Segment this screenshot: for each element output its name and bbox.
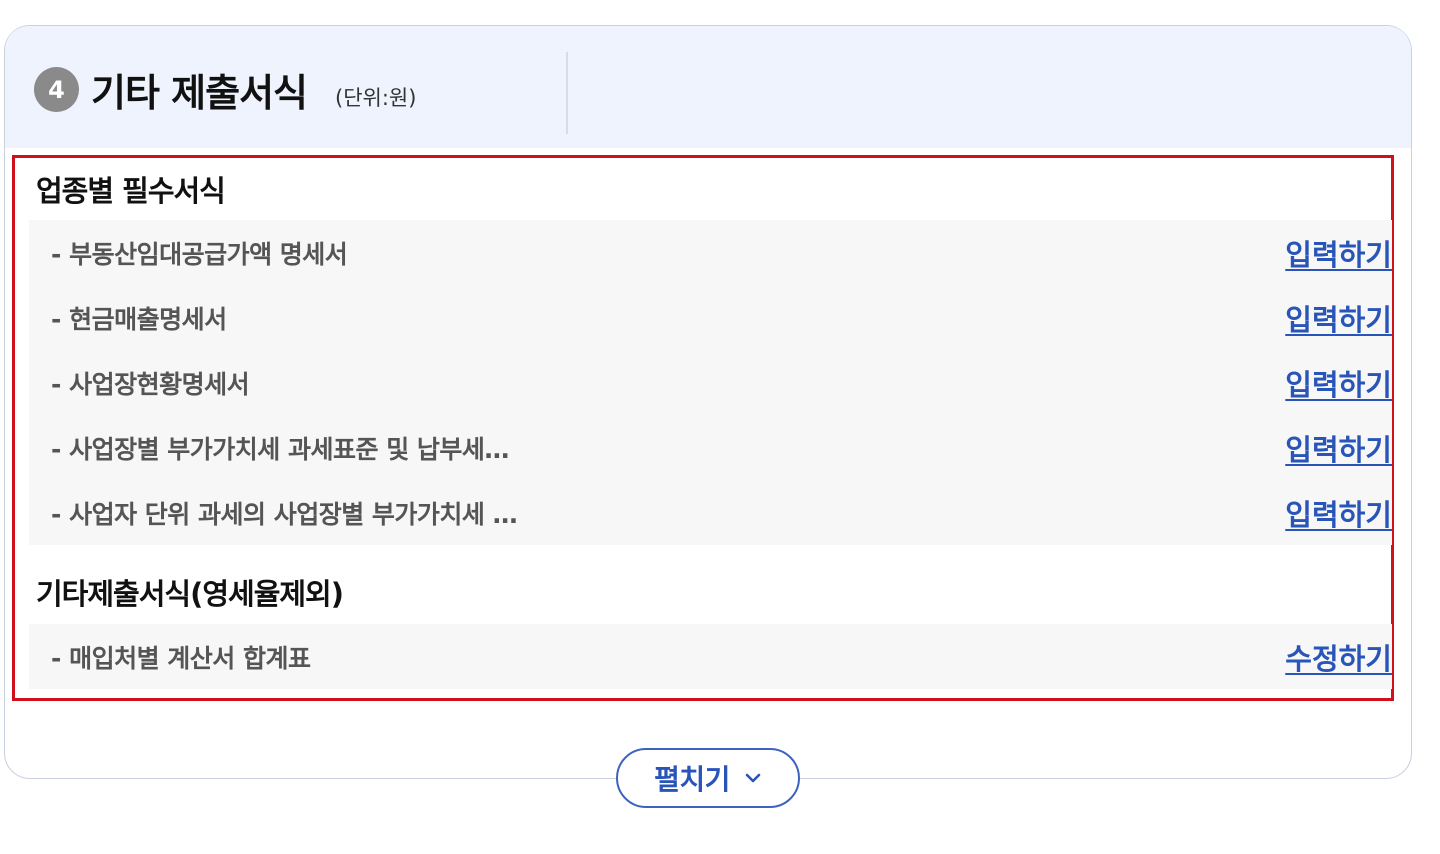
chevron-down-icon [745,773,761,783]
group-title-other: 기타제출서식(영세율제외) [36,577,344,611]
list-item: - 매입처별 계산서 합계표 수정하기 [29,624,1392,689]
form-label: - 현금매출명세서 [51,304,227,334]
list-item: - 부동산임대공급가액 명세서 입력하기 [29,220,1392,285]
input-link[interactable]: 입력하기 [1285,232,1392,274]
input-link[interactable]: 입력하기 [1285,492,1392,534]
input-link[interactable]: 입력하기 [1285,297,1392,339]
input-link[interactable]: 입력하기 [1285,362,1392,404]
highlight-box: 업종별 필수서식 - 부동산임대공급가액 명세서 입력하기 - 현금매출명세서 … [12,155,1394,701]
group-title-industry: 업종별 필수서식 [36,174,226,208]
form-label: - 사업장별 부가가치세 과세표준 및 납부세… [51,434,509,464]
edit-link[interactable]: 수정하기 [1285,636,1392,678]
group-list-other: - 매입처별 계산서 합계표 수정하기 [29,624,1392,689]
step-number-badge: 4 [34,67,79,112]
form-label: - 부동산임대공급가액 명세서 [51,239,348,269]
header-divider [566,52,568,134]
expand-button[interactable]: 펼치기 [616,748,800,808]
unit-note: (단위:원) [335,86,417,110]
card-header: 4 기타 제출서식 (단위:원) [5,26,1411,148]
form-label: - 매입처별 계산서 합계표 [51,643,311,673]
form-label: - 사업장현황명세서 [51,369,250,399]
group-list-industry: - 부동산임대공급가액 명세서 입력하기 - 현금매출명세서 입력하기 - 사업… [29,220,1392,545]
expand-label: 펼치기 [654,763,730,796]
form-label: - 사업자 단위 과세의 사업장별 부가가치세 … [51,499,518,529]
list-item: - 사업장별 부가가치세 과세표준 및 납부세… 입력하기 [29,415,1392,480]
list-item: - 사업자 단위 과세의 사업장별 부가가치세 … 입력하기 [29,480,1392,545]
list-item: - 현금매출명세서 입력하기 [29,285,1392,350]
input-link[interactable]: 입력하기 [1285,427,1392,469]
section-title: 기타 제출서식 [91,71,308,115]
list-item: - 사업장현황명세서 입력하기 [29,350,1392,415]
